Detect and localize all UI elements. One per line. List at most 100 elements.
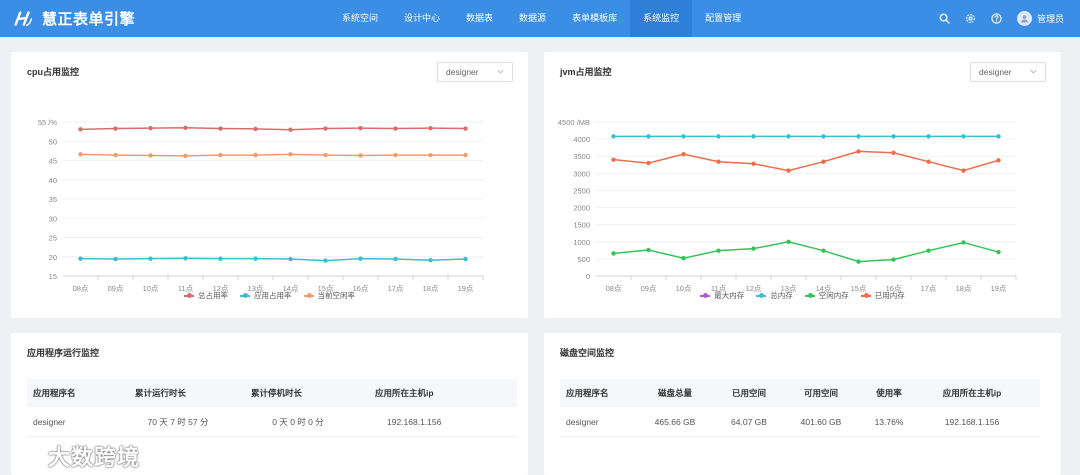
jvm-data-point[interactable] — [646, 134, 651, 139]
cpu-legend-item-0[interactable]: 总占用率 — [184, 290, 228, 301]
cpu-data-point[interactable] — [253, 256, 258, 261]
cpu-data-point[interactable] — [463, 126, 468, 131]
jvm-data-point[interactable] — [996, 158, 1001, 163]
cpu-data-point[interactable] — [183, 256, 188, 261]
nav-item-data-table[interactable]: 数据表 — [453, 0, 506, 37]
jvm-line-chart: 4500 /MB 4000 3500 3000 2500 2000 1500 1000 500 0… — [558, 118, 1017, 293]
nav-item-form-template-library[interactable]: 表单模板库 — [559, 0, 630, 37]
jvm-data-point[interactable] — [716, 248, 721, 253]
jvm-data-point[interactable] — [611, 251, 616, 256]
nav-item-config-management[interactable]: 配置管理 — [692, 0, 754, 37]
jvm-legend-swatch — [860, 293, 871, 298]
jvm-data-point[interactable] — [751, 134, 756, 139]
jvm-data-point[interactable] — [891, 150, 896, 155]
cpu-data-point[interactable] — [218, 256, 223, 261]
jvm-data-point[interactable] — [611, 134, 616, 139]
jvm-data-point[interactable] — [716, 159, 721, 164]
jvm-data-point[interactable] — [681, 151, 686, 157]
jvm-app-select[interactable]: designer — [970, 62, 1046, 82]
cpu-legend-item-1[interactable]: 应用占用率 — [240, 290, 292, 301]
jvm-data-point[interactable] — [961, 134, 966, 139]
cpu-legend-item-2[interactable]: 当前空闲率 — [303, 290, 355, 301]
jvm-y-tick-label: 3000 — [573, 169, 590, 178]
cpu-data-point[interactable] — [113, 152, 118, 158]
cpu-data-point[interactable] — [358, 153, 363, 158]
cpu-data-point[interactable] — [288, 152, 293, 157]
jvm-data-point[interactable] — [926, 159, 931, 164]
jvm-data-point[interactable] — [961, 168, 966, 173]
jvm-data-point[interactable] — [821, 134, 826, 139]
jvm-data-point[interactable] — [961, 240, 966, 245]
nav-item-system-monitor[interactable]: 系统监控 — [630, 0, 693, 37]
cpu-data-point[interactable] — [78, 256, 83, 261]
cpu-data-point[interactable] — [393, 126, 398, 131]
jvm-data-point[interactable] — [611, 157, 616, 162]
cpu-data-point[interactable] — [113, 126, 118, 131]
cpu-data-point[interactable] — [463, 152, 468, 158]
cpu-data-point[interactable] — [183, 125, 188, 130]
cpu-data-point[interactable] — [288, 256, 293, 262]
cpu-data-point[interactable] — [358, 256, 363, 261]
cpu-data-point[interactable] — [428, 125, 433, 131]
jvm-data-point[interactable] — [786, 168, 791, 173]
cpu-data-point[interactable] — [218, 126, 223, 131]
jvm-data-point[interactable] — [646, 247, 651, 253]
gear-icon[interactable] — [963, 11, 979, 27]
jvm-data-point[interactable] — [786, 134, 791, 139]
cpu-data-point[interactable] — [148, 153, 153, 158]
jvm-data-point[interactable] — [821, 248, 826, 253]
nav-item-design-center[interactable]: 设计中心 — [391, 0, 453, 37]
column-header: 累计运行时长 — [135, 388, 187, 398]
jvm-data-point[interactable] — [996, 134, 1001, 139]
search-icon[interactable] — [937, 11, 953, 27]
jvm-data-point[interactable] — [786, 239, 791, 244]
jvm-data-point[interactable] — [821, 159, 826, 164]
nav-item-system-space[interactable]: 系统空间 — [329, 0, 391, 37]
cpu-data-point[interactable] — [253, 126, 258, 132]
cpu-data-point[interactable] — [463, 256, 468, 262]
jvm-card-title: jvm占用监控 — [560, 67, 612, 77]
help-icon[interactable] — [989, 11, 1005, 27]
cpu-data-point[interactable] — [183, 153, 188, 159]
cpu-data-point[interactable] — [253, 152, 258, 158]
jvm-data-point[interactable] — [681, 256, 686, 261]
jvm-data-point[interactable] — [891, 257, 896, 262]
jvm-legend-item-3[interactable]: 已用内存 — [860, 290, 905, 301]
cpu-data-point[interactable] — [78, 127, 83, 132]
cpu-data-point[interactable] — [393, 152, 398, 158]
cpu-data-point[interactable] — [78, 152, 83, 157]
jvm-data-point[interactable] — [716, 134, 721, 139]
user-menu[interactable]: 管理员 — [1016, 11, 1064, 26]
jvm-data-point[interactable] — [751, 246, 756, 251]
cpu-data-point[interactable] — [428, 152, 433, 158]
cpu-data-point[interactable] — [323, 126, 328, 131]
brand[interactable]: 慧正表单引擎 — [0, 0, 330, 37]
cpu-data-point[interactable] — [323, 258, 328, 263]
cpu-data-point[interactable] — [393, 256, 398, 262]
cpu-data-point[interactable] — [358, 125, 363, 131]
jvm-data-point[interactable] — [996, 249, 1001, 255]
nav-item-data-source[interactable]: 数据源 — [506, 0, 559, 37]
cpu-data-point[interactable] — [113, 256, 118, 262]
jvm-data-point[interactable] — [856, 134, 861, 139]
cpu-data-point[interactable] — [288, 127, 293, 132]
jvm-data-point[interactable] — [926, 248, 931, 253]
jvm-legend-item-2[interactable]: 空闲内存 — [804, 290, 849, 301]
jvm-data-point[interactable] — [926, 134, 931, 139]
cpu-data-point[interactable] — [148, 256, 153, 261]
app-runtime-title: 应用程序运行监控 — [27, 348, 100, 358]
jvm-data-point[interactable] — [856, 149, 861, 154]
cpu-card-title: cpu占用监控 — [27, 67, 80, 77]
jvm-data-point[interactable] — [646, 160, 651, 166]
jvm-legend-item-1[interactable]: 总内存 — [756, 290, 793, 301]
cpu-data-point[interactable] — [218, 152, 223, 158]
jvm-legend-item-0[interactable]: 最大内存 — [700, 290, 744, 301]
jvm-data-point[interactable] — [751, 161, 756, 166]
jvm-data-point[interactable] — [856, 259, 861, 264]
jvm-data-point[interactable] — [681, 134, 686, 139]
cpu-app-select[interactable]: designer — [437, 62, 513, 82]
jvm-data-point[interactable] — [891, 134, 896, 139]
cpu-data-point[interactable] — [323, 152, 328, 158]
cpu-data-point[interactable] — [148, 125, 153, 131]
cpu-data-point[interactable] — [428, 258, 433, 263]
